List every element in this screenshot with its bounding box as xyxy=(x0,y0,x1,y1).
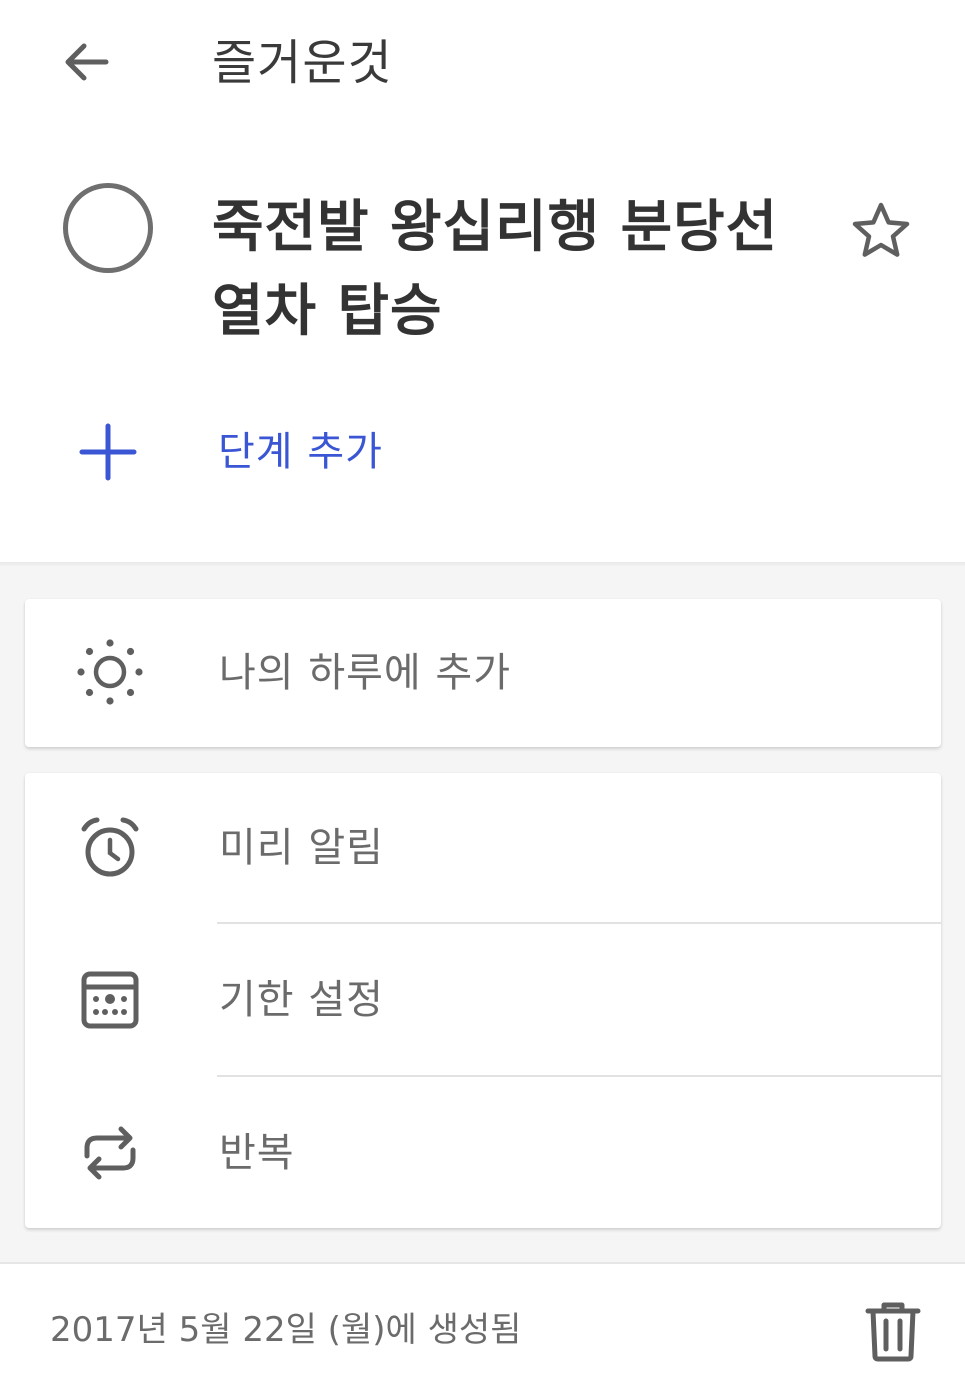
calendar-icon xyxy=(75,965,145,1035)
my-day-card: 나의 하루에 추가 xyxy=(25,599,941,747)
star-outline-icon xyxy=(852,202,910,257)
add-step-button[interactable]: 단계 추가 xyxy=(60,410,660,494)
add-to-my-day-label: 나의 하루에 추가 xyxy=(219,650,512,696)
due-date-label: 기한 설정 xyxy=(219,977,384,1023)
row-divider xyxy=(217,922,941,924)
schedule-options-card: 미리 알림 기한 설정 반복 xyxy=(25,773,941,1228)
repeat-icon xyxy=(75,1118,145,1188)
delete-task-button[interactable] xyxy=(856,1294,930,1368)
list-title: 즐거운것 xyxy=(212,35,393,91)
sun-icon xyxy=(75,637,145,707)
row-divider xyxy=(217,1075,941,1077)
task-complete-checkbox[interactable] xyxy=(63,183,153,273)
task-detail-screen: 즐거운것 죽전발 왕십리행 분당선 열차 탑승 단계 추가 나의 하루에 추가 … xyxy=(0,0,965,1397)
reminder-label: 미리 알림 xyxy=(219,825,384,871)
alarm-clock-icon xyxy=(75,813,145,883)
created-date-text: 2017년 5월 22일 (월)에 생성됨 xyxy=(50,1310,522,1350)
add-step-label: 단계 추가 xyxy=(218,429,383,475)
back-button[interactable] xyxy=(52,28,120,96)
add-to-my-day-button[interactable]: 나의 하루에 추가 xyxy=(25,599,941,747)
task-title[interactable]: 죽전발 왕십리행 분당선 열차 탑승 xyxy=(212,186,822,354)
header: 즐거운것 xyxy=(0,0,965,130)
plus-icon xyxy=(79,423,137,481)
repeat-button[interactable]: 반복 xyxy=(25,1078,941,1228)
due-date-button[interactable]: 기한 설정 xyxy=(25,925,941,1075)
repeat-label: 반복 xyxy=(219,1130,295,1176)
trash-icon xyxy=(865,1302,921,1362)
importance-star-button[interactable] xyxy=(846,196,916,266)
reminder-button[interactable]: 미리 알림 xyxy=(25,773,941,923)
footer: 2017년 5월 22일 (월)에 생성됨 xyxy=(0,1262,965,1397)
arrow-back-icon xyxy=(65,43,109,81)
